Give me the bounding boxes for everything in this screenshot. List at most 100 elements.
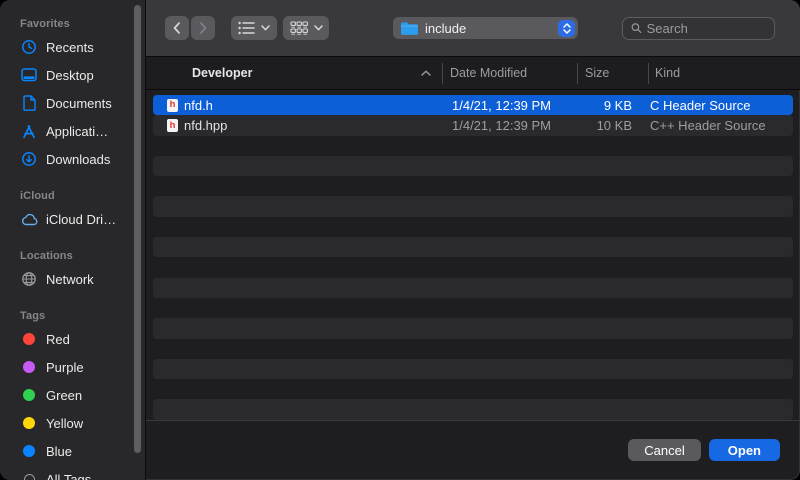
chevron-down-icon	[314, 25, 323, 31]
sidebar-item-tag-yellow[interactable]: Yellow	[0, 409, 145, 437]
sidebar-item-label: Blue	[46, 444, 72, 459]
clock-icon	[20, 39, 38, 55]
sidebar-item-label: Red	[46, 332, 70, 347]
red-tag-icon	[23, 333, 35, 345]
cloud-icon	[20, 211, 38, 227]
empty-row	[153, 156, 793, 176]
sidebar-item-documents[interactable]: Documents	[0, 89, 145, 117]
forward-button[interactable]	[191, 16, 215, 40]
file-name: nfd.hpp	[184, 118, 227, 133]
empty-row	[153, 318, 793, 338]
sidebar-item-label: Applicati…	[46, 124, 108, 139]
sidebar-item-applications[interactable]: Applicati…	[0, 117, 145, 145]
sidebar-item-label: Network	[46, 272, 94, 287]
yellow-tag-icon	[23, 417, 35, 429]
blue-tag-icon	[23, 445, 35, 457]
sidebar-item-all-tags[interactable]: All Tags	[0, 465, 145, 480]
current-folder-dropdown[interactable]: include	[393, 17, 578, 39]
globe-icon	[20, 271, 38, 287]
sort-ascending-icon	[421, 70, 431, 76]
file-date-modified: 1/4/21, 12:39 PM	[442, 98, 577, 113]
empty-row	[153, 176, 793, 196]
empty-row	[153, 399, 793, 419]
sidebar-item-label: Documents	[46, 96, 112, 111]
sidebar-section-favorites: Favorites	[0, 15, 145, 33]
circle-outline-icon	[24, 474, 35, 480]
table-header: Developer Date Modified Size Kind	[146, 57, 800, 90]
empty-row	[153, 278, 793, 298]
file-size: 10 KB	[577, 118, 648, 133]
sidebar-item-label: Downloads	[46, 152, 110, 167]
search-input[interactable]	[647, 21, 766, 36]
file-row-nfd-h[interactable]: h nfd.h 1/4/21, 12:39 PM 9 KB C Header S…	[153, 95, 793, 115]
sidebar-item-tag-green[interactable]: Green	[0, 381, 145, 409]
sidebar-item-label: Yellow	[46, 416, 83, 431]
sidebar-item-desktop[interactable]: Desktop	[0, 61, 145, 89]
icon-view-icon	[290, 21, 308, 35]
file-size: 9 KB	[577, 98, 648, 113]
file-row-nfd-hpp[interactable]: h nfd.hpp 1/4/21, 12:39 PM 10 KB C++ Hea…	[153, 115, 793, 135]
view-controls	[231, 16, 329, 40]
dialog-footer: Cancel Open	[146, 420, 800, 480]
sidebar-item-label: Recents	[46, 40, 94, 55]
document-icon	[20, 95, 38, 111]
column-header-date-modified[interactable]: Date Modified	[442, 57, 577, 89]
sidebar-item-label: iCloud Dri…	[46, 212, 116, 227]
empty-row	[153, 237, 793, 257]
current-folder-label: include	[425, 21, 558, 36]
sidebar-section-tags: Tags	[0, 307, 145, 325]
open-file-dialog: Favorites Recents Desktop Documents Appl…	[0, 0, 800, 480]
sidebar-item-network[interactable]: Network	[0, 265, 145, 293]
empty-row	[153, 298, 793, 318]
sidebar-item-tag-blue[interactable]: Blue	[0, 437, 145, 465]
sidebar-item-label: All Tags	[46, 472, 91, 480]
file-kind: C++ Header Source	[648, 118, 793, 133]
purple-tag-icon	[23, 361, 35, 373]
sidebar-item-downloads[interactable]: Downloads	[0, 145, 145, 173]
chevron-down-icon	[261, 25, 270, 31]
sidebar-item-tag-red[interactable]: Red	[0, 325, 145, 353]
toolbar: include	[146, 0, 800, 57]
list-view-icon	[238, 21, 255, 35]
list-view-button[interactable]	[231, 16, 277, 40]
folder-icon	[400, 21, 419, 36]
icon-view-button[interactable]	[283, 16, 329, 40]
empty-row	[153, 359, 793, 379]
sidebar-section-icloud: iCloud	[0, 187, 145, 205]
download-circle-icon	[20, 151, 38, 167]
column-header-size[interactable]: Size	[577, 57, 648, 89]
chevron-left-icon	[173, 22, 181, 34]
empty-row	[153, 257, 793, 277]
sidebar: Favorites Recents Desktop Documents Appl…	[0, 0, 145, 480]
sidebar-item-label: Green	[46, 388, 82, 403]
sidebar-item-tag-purple[interactable]: Purple	[0, 353, 145, 381]
open-button[interactable]: Open	[709, 439, 780, 461]
magnifier-icon	[631, 22, 642, 34]
green-tag-icon	[23, 389, 35, 401]
header-file-icon: h	[167, 119, 178, 132]
dropdown-stepper-icon	[558, 20, 575, 37]
column-header-kind[interactable]: Kind	[648, 57, 800, 89]
empty-row	[153, 217, 793, 237]
file-kind: C Header Source	[648, 98, 793, 113]
column-header-name[interactable]: Developer	[146, 57, 442, 89]
empty-row	[153, 379, 793, 399]
sidebar-item-icloud-drive[interactable]: iCloud Dri…	[0, 205, 145, 233]
dialog-content: include Developer Date Modified Size Kin…	[145, 0, 800, 480]
sidebar-scrollbar[interactable]	[134, 5, 141, 453]
header-file-icon: h	[167, 99, 178, 112]
sidebar-item-label: Desktop	[46, 68, 94, 83]
empty-row	[153, 339, 793, 359]
app-store-icon	[20, 123, 38, 139]
chevron-right-icon	[199, 22, 207, 34]
back-button[interactable]	[165, 16, 189, 40]
sidebar-item-recents[interactable]: Recents	[0, 33, 145, 61]
cancel-button[interactable]: Cancel	[628, 439, 700, 461]
file-date-modified: 1/4/21, 12:39 PM	[442, 118, 577, 133]
empty-row	[153, 136, 793, 156]
empty-row	[153, 196, 793, 216]
search-field[interactable]	[622, 17, 775, 40]
sidebar-item-label: Purple	[46, 360, 84, 375]
desktop-icon	[20, 67, 38, 83]
file-list: h nfd.h 1/4/21, 12:39 PM 9 KB C Header S…	[146, 90, 800, 420]
